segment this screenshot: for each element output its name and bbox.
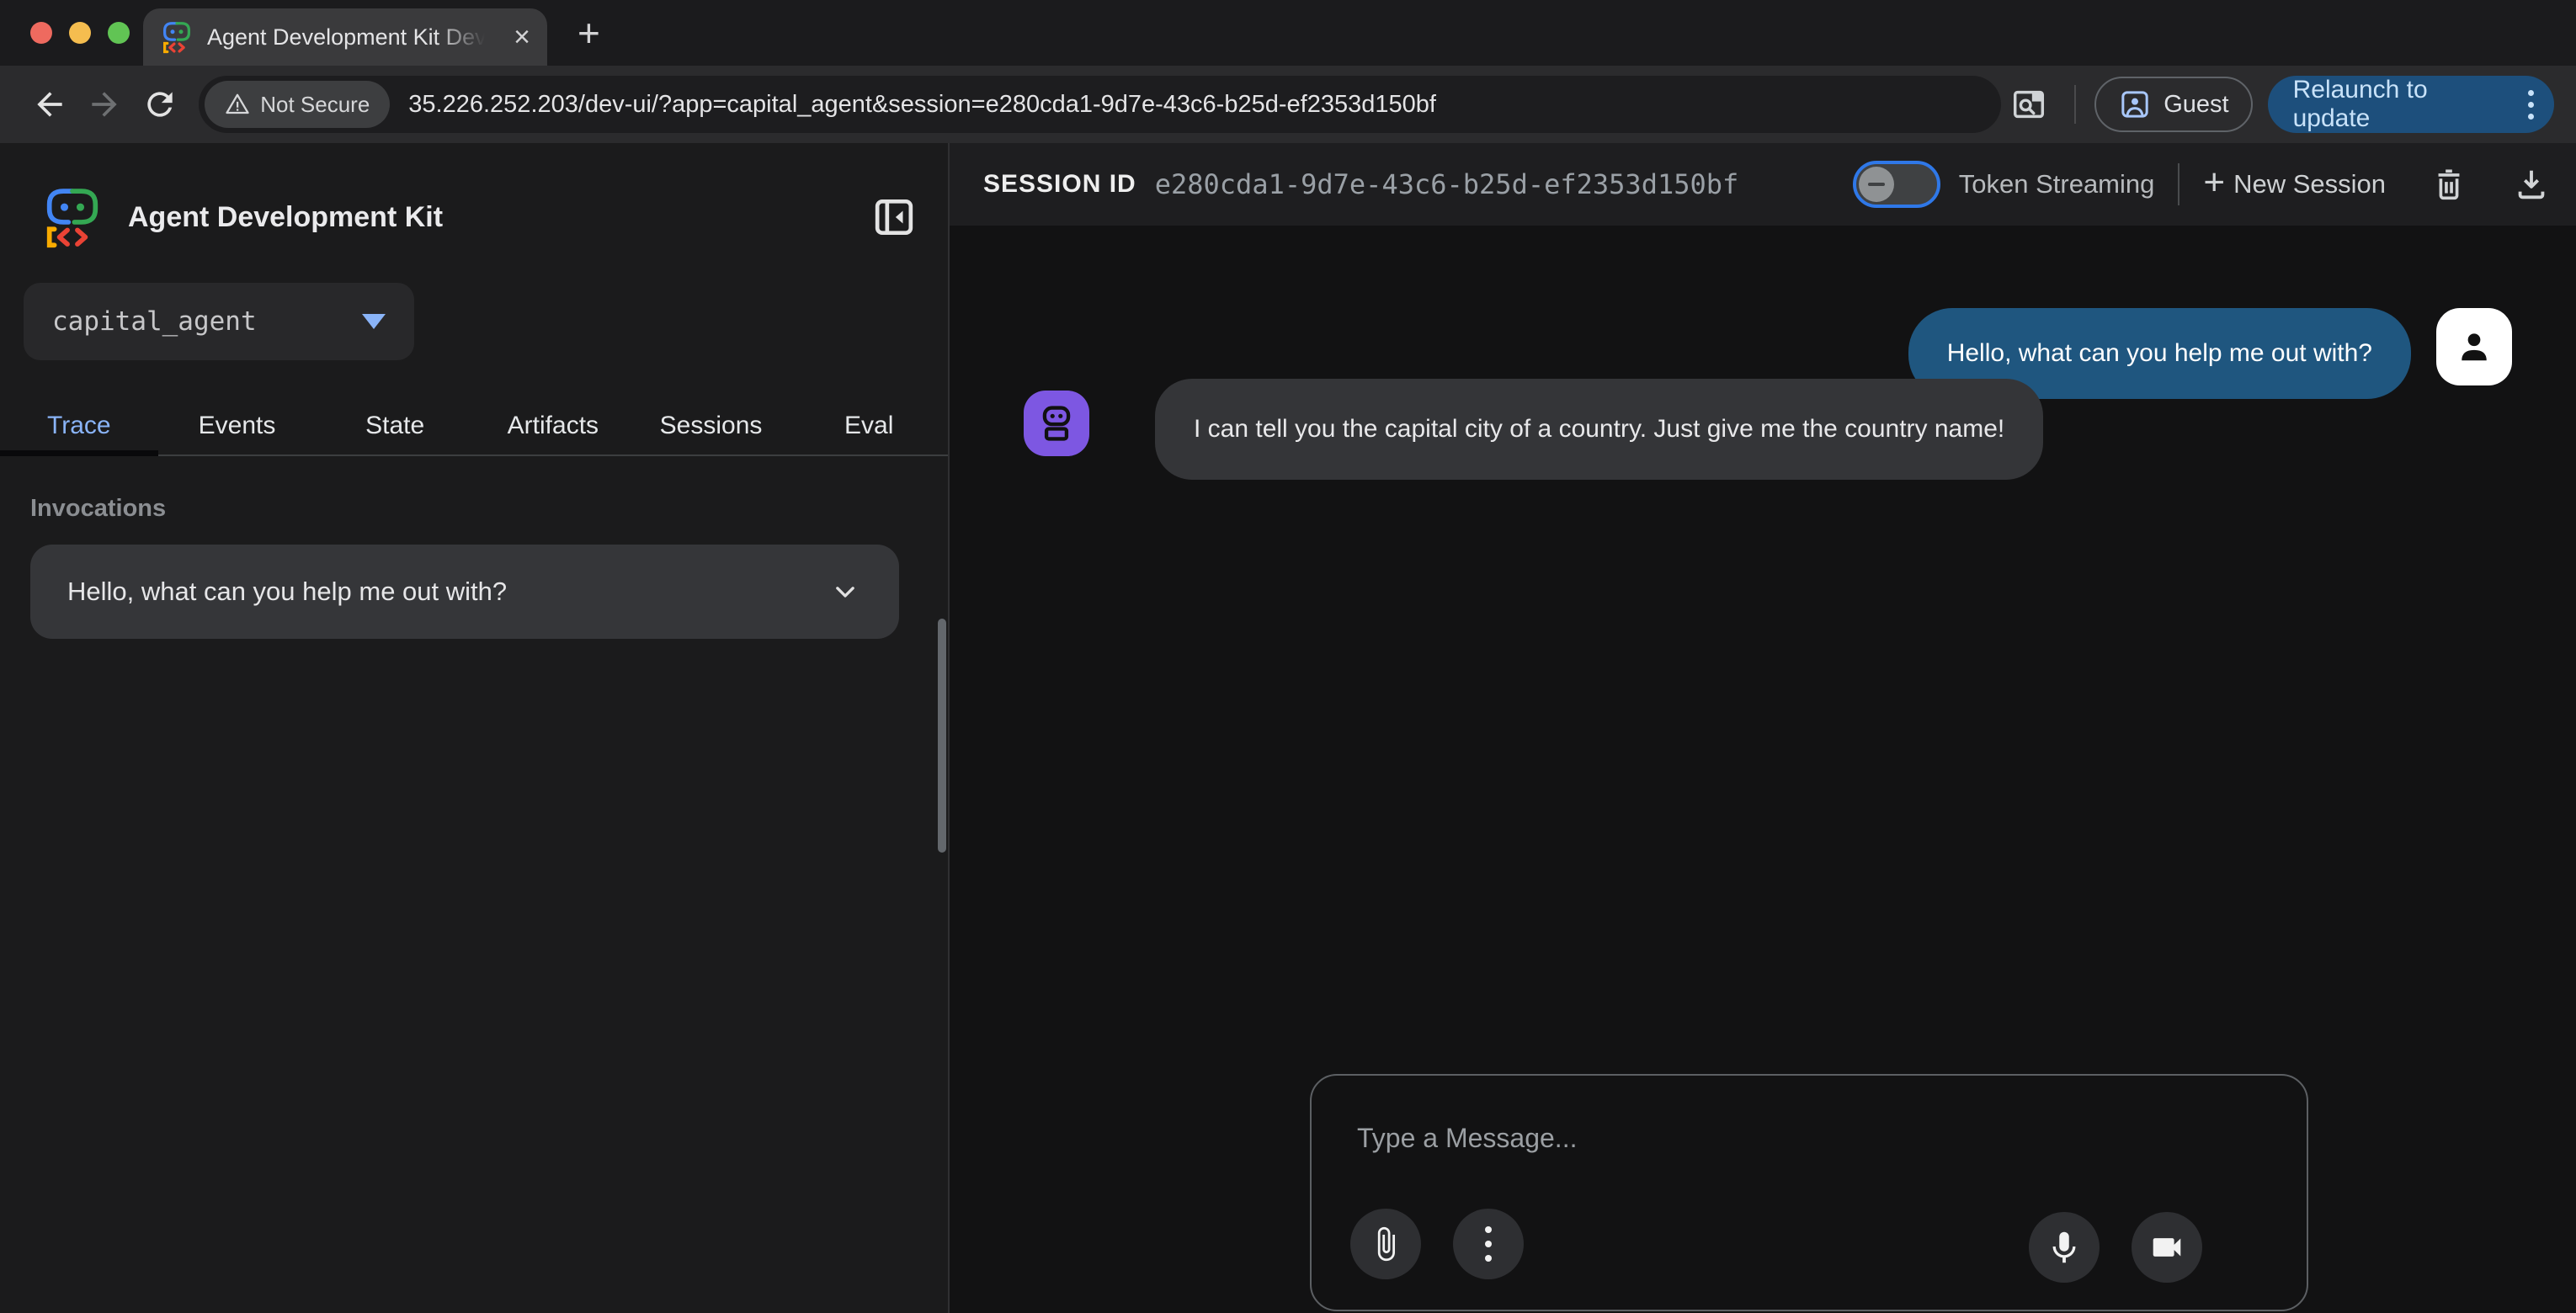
tab-state[interactable]: State [316,397,474,454]
adk-logo-icon [40,185,104,249]
app-title: Agent Development Kit [128,201,870,234]
zoom-window-button[interactable] [108,22,130,44]
delete-session-button[interactable] [2430,165,2468,204]
collapse-panel-icon[interactable] [870,194,918,241]
token-streaming-label: Token Streaming [1959,169,2155,199]
tab-title: Agent Development Kit Dev UI [207,24,485,50]
browser-toolbar: Not Secure 35.226.252.203/dev-ui/?app=ca… [0,66,2576,143]
sidebar: Agent Development Kit capital_agent Trac… [0,143,950,1313]
tab-events[interactable]: Events [158,397,317,454]
paperclip-icon [1367,1225,1404,1262]
person-icon [2452,325,2496,369]
new-session-label: New Session [2233,169,2386,199]
session-id-label: SESSION ID [983,170,1136,199]
video-button[interactable] [2132,1212,2202,1283]
back-button[interactable] [22,77,77,132]
relaunch-label: Relaunch to update [2293,76,2508,133]
session-header-bar: SESSION ID e280cda1-9d7e-43c6-b25d-ef235… [950,143,2576,226]
video-camera-icon [2148,1228,2186,1267]
download-icon [2512,165,2551,204]
message-row-bot: I can tell you the capital city of a cou… [1024,379,2043,480]
more-options-button[interactable] [1453,1209,1524,1279]
invocation-expansion-panel[interactable]: Hello, what can you help me out with? [30,545,899,639]
tab-artifacts[interactable]: Artifacts [474,397,632,454]
toolbar-right: Guest Relaunch to update [2001,76,2554,133]
session-bar-separator [2178,163,2179,205]
microphone-button[interactable] [2029,1212,2100,1283]
main-pane: SESSION ID e280cda1-9d7e-43c6-b25d-ef235… [950,143,2576,1313]
composer-left-actions [1350,1209,1524,1279]
search-tabs-icon[interactable] [2001,77,2056,132]
address-bar[interactable]: Not Secure 35.226.252.203/dev-ui/?app=ca… [199,76,2001,133]
microphone-icon [2045,1228,2084,1267]
agent-select-dropdown[interactable]: capital_agent [24,283,414,360]
sidebar-tab-row: Trace Events State Artifacts Sessions Ev… [0,397,948,456]
toggle-thumb [1859,167,1894,202]
macos-traffic-lights [30,22,130,44]
tab-close-icon[interactable]: × [514,23,530,51]
chat-area: Hello, what can you help me out with? [950,226,2576,1313]
robot-icon [1035,401,1078,445]
browser-menu-icon[interactable] [2523,85,2539,125]
chevron-down-icon [362,314,386,329]
sidebar-scrollbar-thumb[interactable] [938,619,946,853]
composer-right-actions [2029,1212,2202,1283]
tab-trace[interactable]: Trace [0,397,158,454]
trash-icon [2430,165,2468,204]
agent-select-value: capital_agent [52,306,362,337]
browser-tab[interactable]: Agent Development Kit Dev UI × [143,8,547,66]
sidebar-header: Agent Development Kit [0,143,948,249]
profile-button[interactable]: Guest [2094,77,2252,132]
tab-sessions[interactable]: Sessions [632,397,790,454]
guest-avatar-icon [2118,88,2152,121]
message-input-placeholder[interactable]: Type a Message... [1357,1123,1577,1154]
not-secure-label: Not Secure [260,92,370,118]
plus-icon: + [2203,164,2225,201]
chevron-down-icon [828,575,862,609]
not-secure-chip[interactable]: Not Secure [205,81,390,128]
browser-tab-strip: Agent Development Kit Dev UI × + [0,0,2576,66]
attach-file-button[interactable] [1350,1209,1421,1279]
forward-button[interactable] [77,77,131,132]
kebab-menu-icon [1485,1226,1492,1262]
user-avatar [2436,308,2512,385]
close-window-button[interactable] [30,22,52,44]
session-id-value: e280cda1-9d7e-43c6-b25d-ef2353d150bf [1155,168,1739,200]
adk-favicon-icon [160,20,194,54]
export-session-button[interactable] [2512,165,2551,204]
profile-label: Guest [2164,91,2228,119]
token-streaming-toggle[interactable] [1853,161,1940,208]
toolbar-separator [2074,85,2076,124]
message-composer[interactable]: Type a Message... [1310,1074,2308,1311]
minimize-window-button[interactable] [69,22,91,44]
new-tab-button[interactable]: + [577,10,600,56]
warning-icon [225,92,250,117]
browser-chrome: Agent Development Kit Dev UI × + Not Sec… [0,0,2576,143]
reload-button[interactable] [132,77,187,132]
url-text[interactable]: 35.226.252.203/dev-ui/?app=capital_agent… [408,91,1436,119]
invocations-heading: Invocations [30,495,948,523]
bot-message-bubble: I can tell you the capital city of a cou… [1155,379,2043,480]
invocation-text: Hello, what can you help me out with? [67,577,828,607]
relaunch-to-update-button[interactable]: Relaunch to update [2268,76,2554,133]
new-session-button[interactable]: + New Session [2203,167,2386,201]
bot-avatar [1024,391,1089,456]
tab-eval[interactable]: Eval [790,397,948,454]
